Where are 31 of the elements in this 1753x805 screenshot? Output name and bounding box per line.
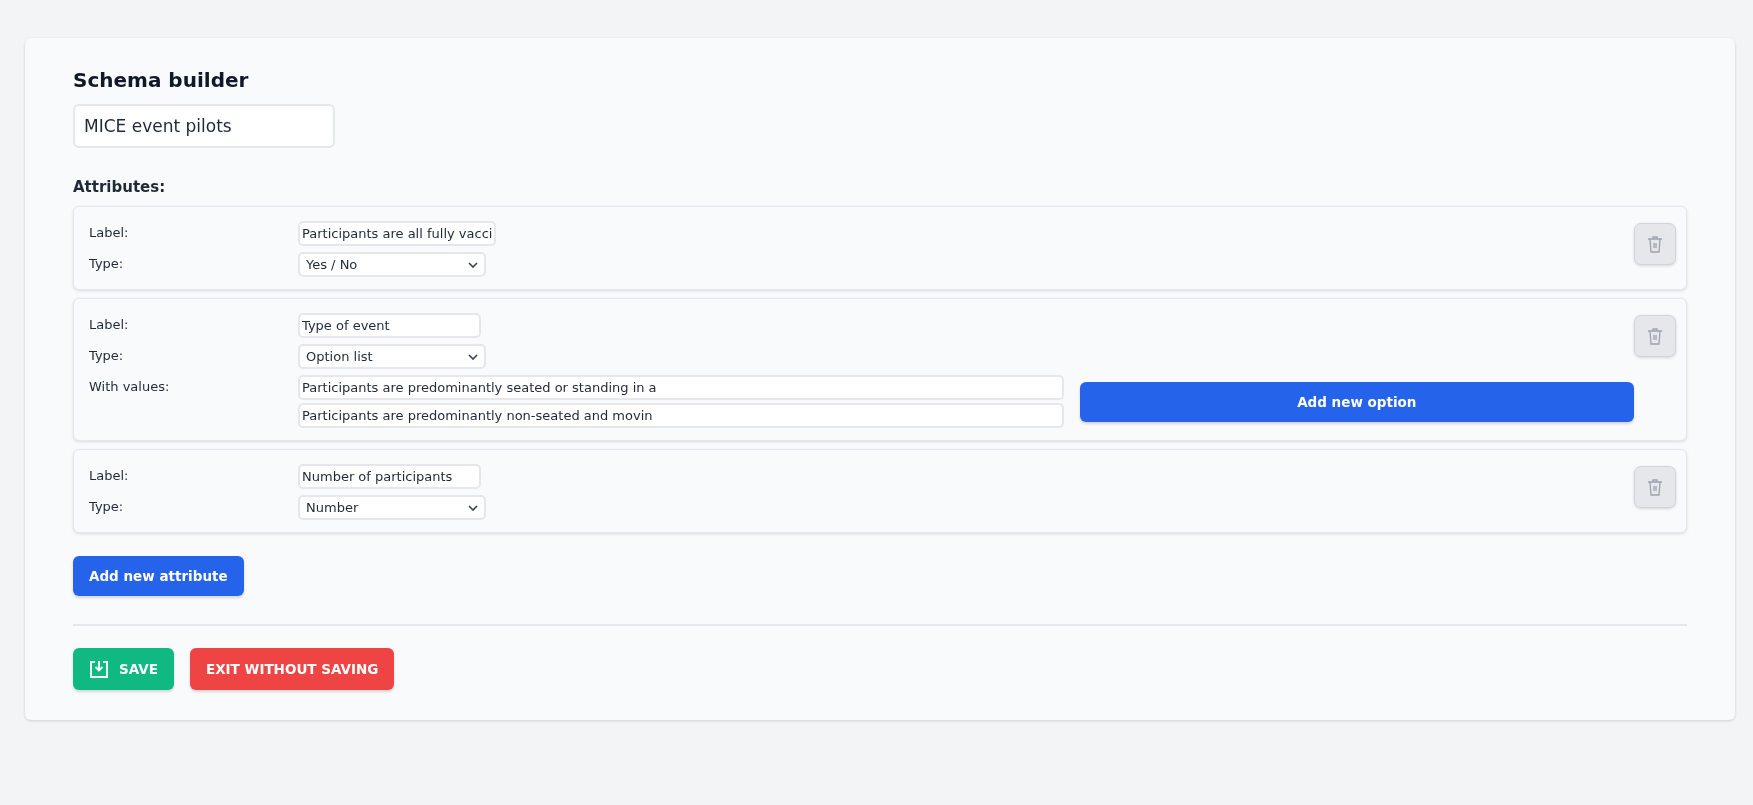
type-select[interactable]: Number xyxy=(298,495,486,520)
delete-button[interactable] xyxy=(1634,223,1676,265)
delete-button[interactable] xyxy=(1634,315,1676,357)
type-caption: Type: xyxy=(89,347,125,363)
page-title: Schema builder xyxy=(73,68,250,92)
type-caption: Type: xyxy=(89,255,125,271)
label-field[interactable]: Type of event xyxy=(298,313,481,338)
label-field[interactable]: Number of participants xyxy=(298,464,481,489)
values-caption: With values: xyxy=(89,378,171,394)
chevron-down-icon xyxy=(468,261,478,268)
add-option-button[interactable]: Add new option xyxy=(1079,381,1634,422)
option-field[interactable]: Participants are predominantly non-seated and movin xyxy=(298,403,1064,428)
trash-icon xyxy=(1647,327,1663,345)
delete-button[interactable] xyxy=(1634,466,1676,508)
attributes-heading: Attributes: xyxy=(73,178,167,196)
schema-name-field[interactable]: MICE event pilots xyxy=(73,104,335,148)
label-caption: Label: xyxy=(89,467,130,483)
label-caption: Label: xyxy=(89,316,130,332)
trash-icon xyxy=(1647,478,1663,496)
label-caption: Label: xyxy=(89,224,130,240)
chevron-down-icon xyxy=(468,504,478,511)
chevron-down-icon xyxy=(468,353,478,360)
trash-icon xyxy=(1647,235,1663,253)
download-icon xyxy=(89,659,109,679)
type-select[interactable]: Yes / No xyxy=(298,252,486,277)
label-field[interactable]: Participants are all fully vacci xyxy=(298,221,497,246)
exit-button[interactable]: EXIT WITHOUT SAVING xyxy=(189,648,395,690)
type-select[interactable]: Option list xyxy=(298,344,486,369)
option-field[interactable]: Participants are predominantly seated or standing in a xyxy=(298,375,1064,400)
add-attribute-button[interactable]: Add new attribute xyxy=(73,556,244,596)
type-caption: Type: xyxy=(89,498,125,514)
